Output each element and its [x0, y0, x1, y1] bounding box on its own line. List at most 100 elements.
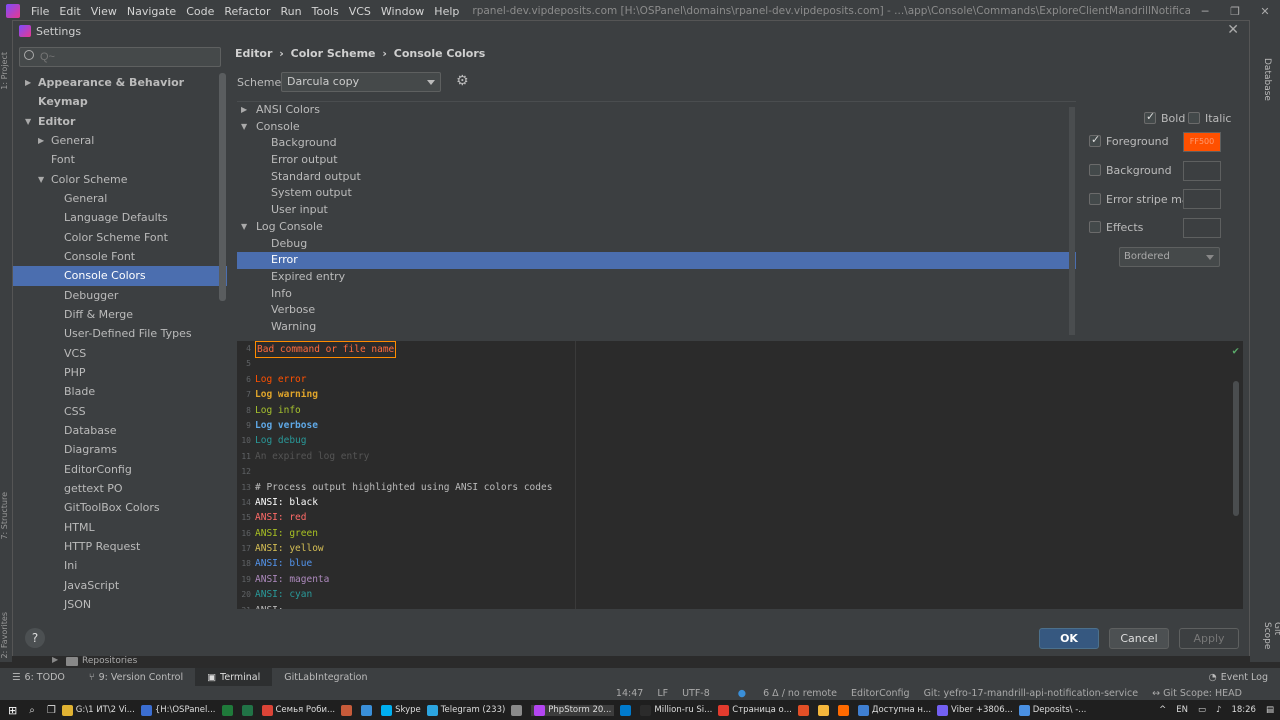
taskbar-app[interactable]: {H:\OSPanel...: [140, 704, 216, 716]
error-stripe-checkbox[interactable]: [1089, 193, 1101, 205]
windows-start-icon[interactable]: ⊞: [8, 704, 17, 717]
taskbar-app[interactable]: [221, 704, 236, 716]
bold-checkbox[interactable]: [1144, 110, 1156, 124]
menu-navigate[interactable]: Navigate: [122, 5, 181, 18]
favorites-tool-tab[interactable]: 2: Favorites: [0, 612, 12, 658]
taskbar-app[interactable]: [511, 704, 525, 716]
chevron-right-icon[interactable]: ▶: [25, 73, 31, 92]
taskbar-app[interactable]: [361, 704, 375, 716]
network-icon[interactable]: ▭: [1198, 705, 1206, 715]
nav-item-color-scheme[interactable]: ▼ Color Scheme: [13, 170, 227, 189]
database-tool-tab[interactable]: Database: [1262, 58, 1272, 101]
notifications-icon[interactable]: ▤: [1266, 705, 1274, 715]
taskbar-app[interactable]: [620, 704, 634, 716]
nav-item-http-request[interactable]: HTTP Request: [13, 537, 227, 556]
category-user-input[interactable]: User input: [237, 202, 1076, 219]
menu-file[interactable]: File: [26, 5, 54, 18]
nav-item-css[interactable]: CSS: [13, 402, 227, 421]
color-preview-editor[interactable]: ✔ 4 Bad command or file name 5 6 Log error 7 L…: [237, 341, 1243, 609]
taskbar-app[interactable]: Доступна н...: [857, 704, 931, 716]
category-verbose[interactable]: Verbose: [237, 302, 1076, 319]
taskbar-app[interactable]: [837, 704, 852, 716]
volume-icon[interactable]: ♪: [1216, 705, 1221, 715]
taskbar-app[interactable]: Viber +3806...: [937, 704, 1013, 716]
nav-item-general[interactable]: ▶ General: [13, 131, 227, 150]
minimize-icon[interactable]: ─: [1190, 5, 1220, 18]
settings-search-box[interactable]: [19, 47, 221, 67]
file-encoding[interactable]: UTF-8: [682, 688, 710, 699]
scheme-dropdown[interactable]: Darcula copy: [281, 72, 441, 92]
search-input[interactable]: [40, 49, 218, 65]
nav-item-console-font[interactable]: Console Font: [13, 247, 227, 266]
chevron-right-icon[interactable]: ▶: [241, 102, 247, 119]
effects-color-swatch[interactable]: [1183, 218, 1221, 238]
category-console[interactable]: ▼ Console: [237, 119, 1076, 136]
taskbar-app[interactable]: Telegram (233): [426, 704, 505, 716]
structure-tool-tab[interactable]: 7: Structure: [0, 492, 12, 540]
clock[interactable]: 18:26: [1231, 705, 1256, 715]
restore-icon[interactable]: ❐: [1220, 5, 1250, 18]
nav-item-database[interactable]: Database: [13, 421, 227, 440]
category-error[interactable]: Error: [237, 252, 1076, 269]
nav-item-javascript[interactable]: JavaScript: [13, 576, 227, 595]
project-tool-tab[interactable]: 1: Project: [0, 52, 12, 90]
chevron-down-icon[interactable]: ▼: [241, 219, 247, 236]
gear-icon[interactable]: ⚙: [456, 74, 470, 88]
nav-item-diff-merge[interactable]: Diff & Merge: [13, 305, 227, 324]
git-changes[interactable]: ● 6 Δ / no remote: [724, 688, 837, 699]
version-control-tab[interactable]: ⑂ 9: Version Control: [77, 668, 195, 686]
nav-item-user-defined-file-types[interactable]: User-Defined File Types: [13, 324, 227, 343]
category-system-output[interactable]: System output: [237, 185, 1076, 202]
nav-item-font[interactable]: Font: [13, 150, 227, 169]
menu-vcs[interactable]: VCS: [344, 5, 376, 18]
help-button[interactable]: ?: [25, 628, 45, 648]
nav-item-php[interactable]: PHP: [13, 363, 227, 382]
chevron-down-icon[interactable]: ▼: [38, 170, 44, 189]
categories-scrollbar[interactable]: [1069, 107, 1075, 335]
category-log-console[interactable]: ▼ Log Console: [237, 219, 1076, 236]
menu-view[interactable]: View: [86, 5, 122, 18]
line-separator[interactable]: LF: [657, 688, 668, 699]
nav-scrollbar[interactable]: [219, 73, 226, 301]
menu-run[interactable]: Run: [276, 5, 307, 18]
category-info[interactable]: Info: [237, 286, 1076, 303]
category-warning[interactable]: Warning: [237, 319, 1076, 336]
taskbar-app[interactable]: Семья Роби...: [261, 704, 335, 716]
menu-help[interactable]: Help: [429, 5, 464, 18]
nav-item-general[interactable]: General: [13, 189, 227, 208]
menu-tools[interactable]: Tools: [307, 5, 344, 18]
taskbar-app[interactable]: Million-ru Si...: [640, 704, 712, 716]
taskbar-app[interactable]: [817, 704, 832, 716]
foreground-color-swatch[interactable]: FF500: [1183, 132, 1221, 152]
category-expired-entry[interactable]: Expired entry: [237, 269, 1076, 286]
terminal-tab[interactable]: ▣ Terminal: [195, 668, 273, 686]
close-window-icon[interactable]: ✕: [1250, 5, 1280, 18]
nav-item-editorconfig[interactable]: EditorConfig: [13, 460, 227, 479]
nav-item-color-scheme-font[interactable]: Color Scheme Font: [13, 228, 227, 247]
nav-item-html[interactable]: HTML: [13, 518, 227, 537]
nav-item-gittoolbox-colors[interactable]: GitToolBox Colors: [13, 498, 227, 517]
nav-item-appearance-behavior[interactable]: ▶ Appearance & Behavior: [13, 73, 227, 92]
menu-code[interactable]: Code: [181, 5, 219, 18]
menu-edit[interactable]: Edit: [54, 5, 85, 18]
nav-item-editor[interactable]: ▼ Editor: [13, 112, 227, 131]
nav-item-ini[interactable]: Ini: [13, 556, 227, 575]
menu-window[interactable]: Window: [376, 5, 429, 18]
git-branch[interactable]: Git: yefro-17-mandrill-api-notification-…: [924, 688, 1139, 699]
nav-item-debugger[interactable]: Debugger: [13, 286, 227, 305]
foreground-checkbox[interactable]: [1089, 133, 1101, 147]
chevron-down-icon[interactable]: ▼: [241, 119, 247, 136]
category-error-output[interactable]: Error output: [237, 152, 1076, 169]
nav-item-blade[interactable]: Blade: [13, 382, 227, 401]
taskbar-app[interactable]: Skype: [381, 704, 421, 716]
todo-tab[interactable]: ☰ 6: TODO: [0, 668, 77, 686]
category-debug[interactable]: Debug: [237, 236, 1076, 253]
task-view-icon[interactable]: ❐: [47, 705, 56, 716]
expand-arrow-icon[interactable]: ▶: [52, 655, 58, 664]
category-background[interactable]: Background: [237, 135, 1076, 152]
italic-checkbox[interactable]: [1188, 112, 1200, 124]
effect-type-dropdown[interactable]: Bordered: [1119, 247, 1220, 267]
editorconfig-widget[interactable]: EditorConfig: [851, 688, 910, 699]
caret-position[interactable]: 14:47: [616, 688, 643, 699]
tray-up-arrow-icon[interactable]: ^: [1159, 705, 1166, 715]
